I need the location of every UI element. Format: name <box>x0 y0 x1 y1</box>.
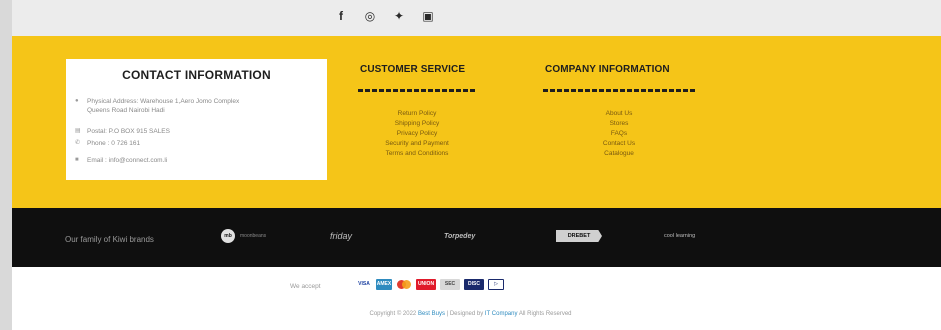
envelope-icon: ■ <box>75 157 79 163</box>
link-return-policy[interactable]: Return Policy <box>358 109 476 119</box>
customer-service-divider <box>358 89 476 92</box>
payment-methods: VISA AMEX UNION SEC DISC ▷ <box>356 279 504 290</box>
linkedin-icon[interactable]: ▣ <box>422 9 434 23</box>
copyright-middle: | Designed by <box>446 311 484 317</box>
contact-address-line2: Queens Road Nairobi Hadi <box>87 107 165 114</box>
copyright-suffix: All Rights Reserved <box>518 311 572 317</box>
contact-phone-row: ✆ Phone : 0 726 161 <box>75 139 140 148</box>
copyright-designer-link[interactable]: IT Company <box>485 311 518 317</box>
we-accept-label: We accept <box>290 283 321 290</box>
company-information-title: COMPANY INFORMATION <box>545 64 670 75</box>
copyright-line: Copyright © 2022 Best Buys | Designed by… <box>0 311 941 317</box>
unionpay-icon: UNION <box>416 279 436 290</box>
link-about-us[interactable]: About Us <box>560 109 678 119</box>
brand-drebet[interactable]: DREBET <box>556 230 602 242</box>
contact-address-row: ● Physical Address: Warehouse 1,Aero Jom… <box>75 97 239 115</box>
brands-lead-text: Our family of Kiwi brands <box>65 235 154 244</box>
social-bar <box>12 0 941 36</box>
company-information-links: About Us Stores FAQs Contact Us Catalogu… <box>560 109 678 159</box>
link-faqs[interactable]: FAQs <box>560 129 678 139</box>
next-payment-icon: ▷ <box>488 279 504 290</box>
twitter-icon[interactable]: ✦ <box>393 9 405 23</box>
brand-moonbeans[interactable]: moonbeans <box>240 233 266 239</box>
left-edge-strip <box>0 0 12 330</box>
customer-service-title: CUSTOMER SERVICE <box>360 64 466 75</box>
contact-address: Physical Address: Warehouse 1,Aero Jomo … <box>87 98 240 105</box>
phone-icon: ✆ <box>75 140 81 146</box>
discover-icon: DISC <box>464 279 484 290</box>
location-pin-icon: ● <box>75 98 79 104</box>
copyright-brand-link[interactable]: Best Buys <box>418 311 445 317</box>
brand-moonbeans-logo[interactable]: mb <box>221 229 235 243</box>
instagram-icon[interactable]: ◎ <box>364 9 376 23</box>
brand-friday[interactable]: friday <box>330 231 352 241</box>
company-information-divider <box>543 89 695 92</box>
contact-email-row: ■ Email : info@connect.com.li <box>75 156 167 165</box>
link-catalogue[interactable]: Catalogue <box>560 149 678 159</box>
contact-information-card: CONTACT INFORMATION ● Physical Address: … <box>66 59 327 180</box>
link-terms-conditions[interactable]: Terms and Conditions <box>358 149 476 159</box>
brand-torpedey[interactable]: Torpedey <box>444 233 475 240</box>
visa-icon: VISA <box>356 279 372 290</box>
contact-postal: Postal: P.O BOX 915 SALES <box>87 128 170 135</box>
link-privacy-policy[interactable]: Privacy Policy <box>358 129 476 139</box>
link-shipping-policy[interactable]: Shipping Policy <box>358 119 476 129</box>
social-icons: f ◎ ✦ ▣ <box>335 9 434 23</box>
contact-phone[interactable]: Phone : 0 726 161 <box>87 139 140 148</box>
contact-title: CONTACT INFORMATION <box>122 68 271 82</box>
link-security-payment[interactable]: Security and Payment <box>358 139 476 149</box>
mastercard-icon <box>396 279 412 290</box>
link-stores[interactable]: Stores <box>560 119 678 129</box>
contact-postal-row: ▤ Postal: P.O BOX 915 SALES <box>75 127 170 136</box>
secure-card-icon: SEC <box>440 279 460 290</box>
copyright-prefix: Copyright © 2022 <box>369 311 417 317</box>
link-contact-us[interactable]: Contact Us <box>560 139 678 149</box>
customer-service-links: Return Policy Shipping Policy Privacy Po… <box>358 109 476 159</box>
facebook-icon[interactable]: f <box>335 9 347 23</box>
brand-cool-learning[interactable]: cool learning <box>664 233 695 239</box>
mailbox-icon: ▤ <box>75 128 81 134</box>
contact-email[interactable]: Email : info@connect.com.li <box>87 156 167 165</box>
amex-icon: AMEX <box>376 279 392 290</box>
